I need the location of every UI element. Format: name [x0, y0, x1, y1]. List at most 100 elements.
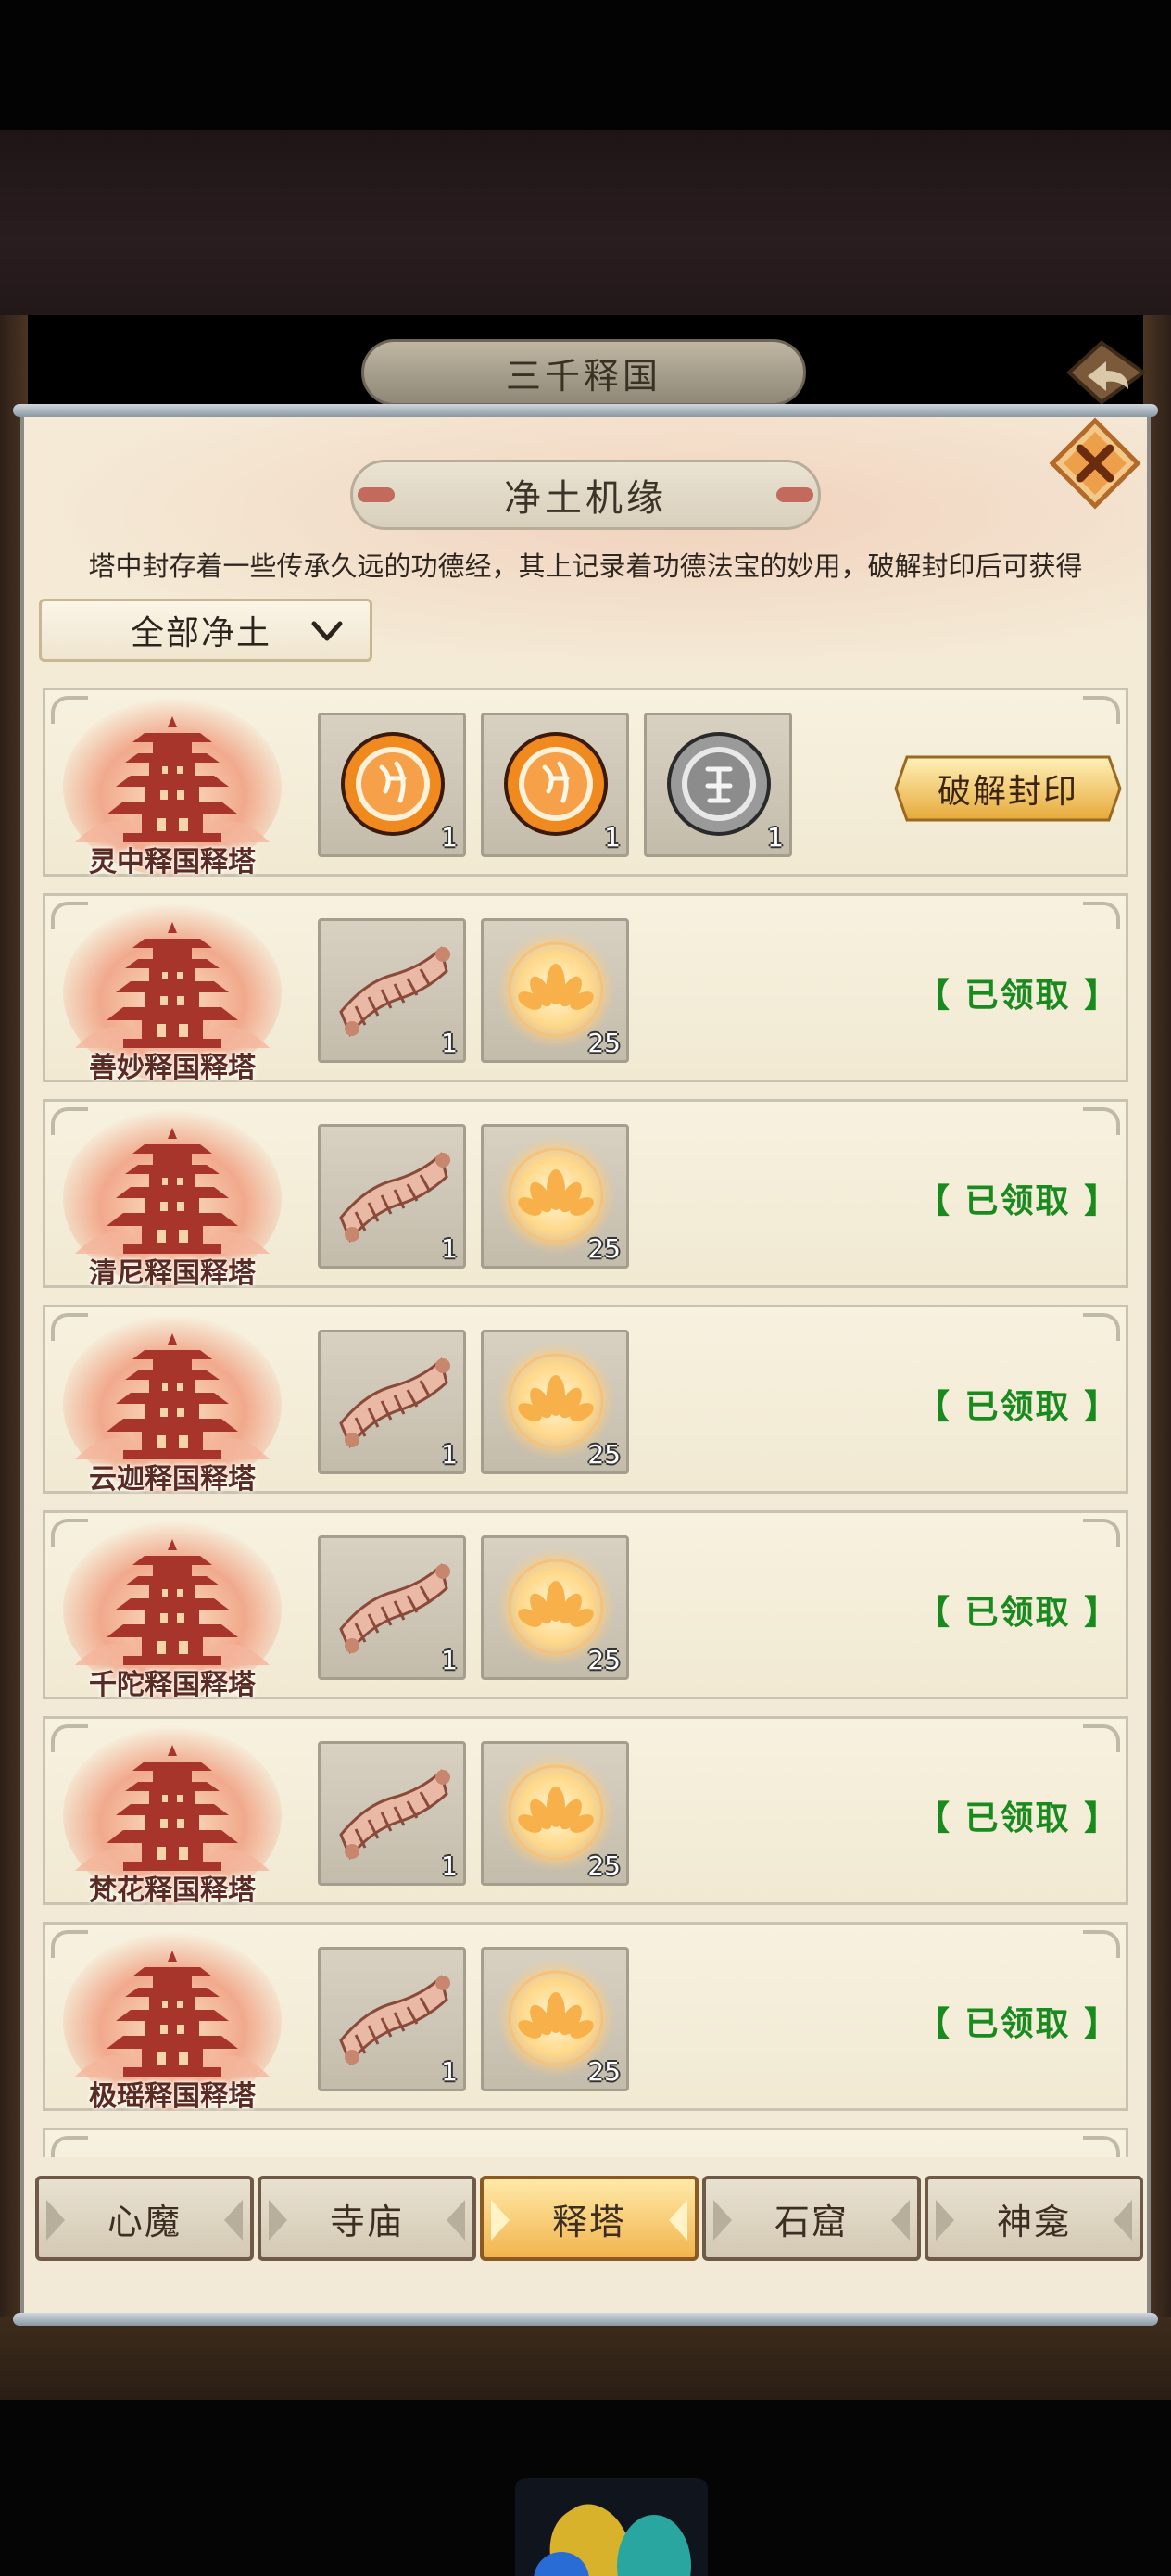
reward-slot[interactable]: 1 [644, 713, 792, 857]
scroll-slips-icon [339, 1563, 450, 1654]
reward-quantity: 1 [441, 822, 458, 852]
scroll-slips-icon [339, 946, 450, 1037]
tab-label: 神龛 [996, 2201, 1071, 2242]
tower-name: 梵花释国释塔 [89, 1875, 256, 1907]
tab-3[interactable]: 石窟 [702, 2176, 921, 2261]
tower-name: 云迦释国释塔 [89, 1463, 256, 1496]
title-ornament-left [358, 487, 395, 502]
row-corner-ornament [1083, 696, 1120, 724]
reward-slot[interactable]: 25 [481, 1947, 629, 2091]
tower-name: 极瑶释国释塔 [89, 2080, 256, 2113]
tab-0[interactable]: 心魔 [35, 2176, 254, 2261]
tab-arrow-right-icon [669, 2200, 687, 2241]
tower-row: 云迦释国释塔 1 25 【 已领取 】 [43, 1305, 1128, 1496]
reward-quantity: 1 [441, 1028, 458, 1058]
scroll-rod-bottom [13, 2313, 1158, 2326]
tab-arrow-left-icon [491, 2200, 510, 2241]
tab-label: 释塔 [551, 2201, 626, 2242]
reward-slot[interactable]: 1 [481, 713, 629, 857]
claimed-status: 【 已领取 】 [916, 1594, 1120, 1632]
reward-slot[interactable]: 1 [318, 1535, 466, 1680]
row-corner-ornament [1083, 2136, 1120, 2157]
reward-slot[interactable]: 1 [318, 1947, 466, 2091]
reward-quantity: 25 [587, 1233, 621, 1264]
window-title: 三千释国 [361, 339, 806, 406]
reward-quantity: 1 [441, 2056, 458, 2087]
tab-label: 心魔 [107, 2201, 182, 2242]
status-bar [0, 0, 1171, 130]
tower-name: 清尼释国释塔 [89, 1257, 256, 1290]
scroll-slips-icon [339, 1769, 450, 1860]
scene-background-bottom [0, 2317, 1171, 2400]
orange-rune-medallion-icon [341, 732, 445, 836]
tower-row: 灵中释国释塔 1 1 1 破解封印 [43, 688, 1128, 878]
app-logo [515, 2478, 708, 2576]
tab-label: 石窟 [774, 2201, 849, 2242]
tower-list[interactable]: 灵中释国释塔 1 1 1 破解封印 善妙释国释塔 1 25 【 已领取 】 清尼… [43, 688, 1128, 2157]
reward-slot[interactable]: 1 [318, 1124, 466, 1269]
tab-arrow-right-icon [891, 2200, 910, 2241]
tab-arrow-left-icon [713, 2200, 732, 2241]
silver-rune-medallion-icon [667, 732, 771, 836]
tab-arrow-right-icon [224, 2200, 243, 2241]
section-title-text: 净土机缘 [504, 477, 667, 520]
reward-slot[interactable]: 25 [481, 1535, 629, 1680]
row-corner-ornament [1083, 1930, 1120, 1958]
tab-1[interactable]: 寺庙 [258, 2176, 476, 2261]
claimed-status: 【 已领取 】 [916, 977, 1120, 1015]
back-button[interactable] [1051, 335, 1152, 410]
reward-quantity: 25 [587, 1645, 621, 1675]
tab-arrow-left-icon [269, 2200, 287, 2241]
tower-name: 灵中释国释塔 [89, 846, 256, 878]
row-corner-ornament [1083, 1313, 1120, 1341]
reward-quantity: 1 [441, 1850, 458, 1881]
tower-name: 千陀释国释塔 [89, 1669, 256, 1701]
region-filter-dropdown[interactable]: 全部净土 [39, 599, 372, 662]
reward-slot[interactable]: 25 [481, 1741, 629, 1886]
reward-quantity: 1 [604, 822, 621, 852]
reward-slot[interactable]: 1 [318, 1330, 466, 1474]
reward-slot[interactable]: 25 [481, 918, 629, 1063]
tab-arrow-right-icon [447, 2200, 465, 2241]
break-seal-button[interactable]: 破解封印 [894, 753, 1122, 824]
tab-4[interactable]: 神龛 [925, 2176, 1143, 2261]
reward-quantity: 25 [587, 1439, 621, 1470]
orange-rune-medallion-icon [504, 732, 608, 836]
section-title: 净土机缘 [350, 460, 821, 530]
scroll-slips-icon [339, 1152, 450, 1243]
reward-slot[interactable]: 1 [318, 1741, 466, 1886]
row-corner-ornament [1083, 1724, 1120, 1752]
reward-quantity: 25 [587, 1028, 621, 1058]
reward-quantity: 1 [441, 1233, 458, 1264]
claimed-status: 【 已领取 】 [916, 1388, 1120, 1426]
tab-arrow-right-icon [1114, 2200, 1132, 2241]
tab-2[interactable]: 释塔 [480, 2176, 699, 2261]
claimed-status: 【 已领取 】 [916, 1182, 1120, 1220]
panel-description: 塔中封存着一些传承久远的功德经，其上记录着功德法宝的妙用，破解封印后可获得 [88, 550, 1083, 582]
scroll-rod-top [13, 404, 1158, 417]
row-corner-ornament [1083, 1107, 1120, 1135]
window-title-text: 三千释国 [505, 355, 661, 397]
reward-quantity: 1 [767, 822, 784, 852]
reward-quantity: 1 [441, 1439, 458, 1470]
tower-row: 善妙释国释塔 1 25 【 已领取 】 [43, 893, 1128, 1084]
scene-background [0, 130, 1171, 315]
reward-slot[interactable]: 25 [481, 1124, 629, 1269]
back-arrow-icon [1066, 340, 1147, 405]
reward-slot[interactable]: 25 [481, 1330, 629, 1474]
reward-slot[interactable]: 1 [318, 713, 466, 857]
row-corner-ornament [1083, 902, 1120, 929]
reward-slot[interactable]: 1 [318, 918, 466, 1063]
tower-row: 梵花释国释塔 1 25 【 已领取 】 [43, 1716, 1128, 1907]
tower-row: 极瑶释国释塔 1 25 【 已领取 】 [43, 1922, 1128, 2113]
claimed-status: 【 已领取 】 [916, 1799, 1120, 1837]
scroll-slips-icon [339, 1975, 450, 2065]
reward-quantity: 1 [441, 1645, 458, 1675]
tower-name: 善妙释国释塔 [89, 1052, 256, 1084]
close-button[interactable] [1049, 417, 1141, 510]
reward-quantity: 25 [587, 1850, 621, 1881]
tab-arrow-left-icon [936, 2200, 954, 2241]
tower-row: 清尼释国释塔 1 25 【 已领取 】 [43, 1099, 1128, 1290]
row-corner-ornament [51, 2136, 88, 2157]
title-ornament-right [776, 487, 813, 502]
